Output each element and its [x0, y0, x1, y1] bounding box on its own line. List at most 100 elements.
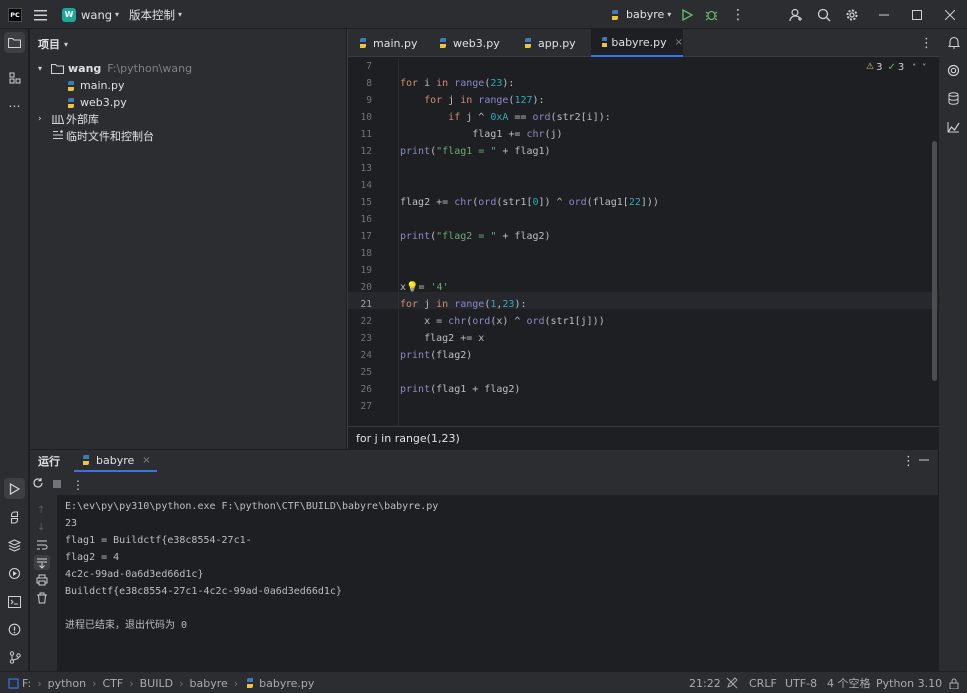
code-line: print(flag2)	[400, 350, 473, 361]
database-icon[interactable]	[943, 88, 964, 109]
ai-assistant-icon[interactable]	[943, 60, 964, 81]
library-icon	[52, 114, 64, 124]
trash-icon[interactable]	[36, 592, 48, 607]
close-button[interactable]	[945, 0, 955, 29]
python-file-icon	[525, 38, 531, 48]
project-panel-header[interactable]: 项目 ▾	[38, 36, 68, 52]
tree-file-main[interactable]: main.py	[65, 77, 124, 94]
python-file-icon	[68, 97, 74, 108]
scientific-mode-icon[interactable]	[943, 116, 964, 137]
run-options-icon[interactable]: ⋮	[902, 454, 915, 469]
code-line: x💡= '4'	[400, 282, 449, 293]
tree-scratches[interactable]: 临时文件和控制台	[52, 127, 154, 144]
stop-icon[interactable]	[52, 478, 62, 492]
python-packages-icon[interactable]	[4, 535, 25, 556]
tab-babyre-py[interactable]: babyre.py ×	[591, 29, 683, 57]
drive-icon	[8, 677, 19, 689]
python-interpreter[interactable]: Python 3.10	[876, 672, 942, 693]
print-icon[interactable]	[36, 574, 48, 589]
settings-gear-icon[interactable]	[845, 0, 859, 29]
run-tool-icon[interactable]	[4, 478, 25, 499]
arrow-down-icon[interactable]: ↓	[37, 522, 45, 533]
problems-icon[interactable]	[4, 619, 25, 640]
file-encoding[interactable]: UTF-8	[785, 672, 817, 693]
status-path[interactable]: F: › python › CTF › BUILD › babyre › bab…	[8, 672, 314, 693]
run-icon[interactable]	[681, 0, 693, 29]
tab-main-py[interactable]: main.py	[348, 29, 428, 57]
project-name: wang	[81, 7, 113, 22]
maximize-button[interactable]	[912, 0, 922, 29]
arrow-up-icon[interactable]: ↑	[37, 505, 45, 516]
python-icon	[612, 9, 618, 20]
chevron-right-icon: ›	[129, 676, 134, 690]
soft-wrap-icon[interactable]	[36, 539, 48, 554]
lock-icon[interactable]	[949, 672, 959, 693]
tree-root-wang[interactable]: ▾ wang F:\python\wang	[38, 60, 192, 77]
indent-setting[interactable]: 4 个空格	[827, 672, 871, 693]
more-actions-icon[interactable]: ⋮	[72, 478, 84, 492]
rerun-icon[interactable]	[32, 477, 44, 492]
editor-scrollbar[interactable]	[932, 141, 937, 381]
more-tools-icon[interactable]: ⋯	[4, 95, 25, 116]
project-panel: 项目 ▾ ▾ wang F:\python\wang main.py web3.…	[30, 29, 346, 449]
scratches-icon	[53, 130, 63, 140]
code-line: print(flag1 + flag2)	[400, 384, 521, 395]
chevron-right-icon: ›	[179, 676, 184, 690]
more-actions-icon[interactable]: ⋮	[731, 0, 745, 29]
chevron-down-icon: ▾	[64, 39, 69, 49]
code-line: print("flag1 = " + flag1)	[400, 146, 551, 157]
breadcrumb[interactable]: for j in range(1,23)	[348, 426, 939, 449]
app-logo-icon[interactable]: PC	[8, 0, 22, 29]
gutter-divider	[398, 58, 399, 426]
console-side-toolbar: ↑ ↓	[30, 495, 57, 672]
scroll-to-end-icon[interactable]	[34, 555, 50, 570]
close-tab-icon[interactable]: ×	[675, 37, 683, 48]
debug-icon[interactable]	[705, 0, 718, 29]
search-icon[interactable]	[817, 0, 831, 29]
minimize-button[interactable]	[879, 0, 889, 29]
run-panel-header: 运行 babyre × ⋮	[30, 450, 938, 472]
python-file-icon	[68, 80, 74, 91]
run-toolbar: ⋮	[30, 474, 938, 495]
tree-external-libraries[interactable]: › 外部库	[38, 110, 99, 127]
python-icon	[83, 455, 89, 465]
add-user-icon[interactable]	[789, 0, 803, 29]
terminal-icon[interactable]	[4, 591, 25, 612]
vcs-menu[interactable]: 版本控制 ▾	[129, 0, 182, 29]
structure-icon[interactable]	[4, 67, 25, 88]
project-switcher[interactable]: W wang ▾	[62, 0, 119, 29]
hide-panel-icon[interactable]	[919, 454, 929, 468]
close-tab-icon[interactable]: ×	[142, 455, 150, 466]
console-output[interactable]: E:\ev\py\py310\python.exe F:\python\CTF\…	[57, 495, 938, 672]
editor-area: main.py web3.py app.py babyre.py × ⋮ ⚠ 3…	[347, 29, 939, 449]
chevron-down-icon: ▾	[667, 10, 672, 19]
readonly-toggle-icon[interactable]	[726, 672, 738, 693]
status-bar: F: › python › CTF › BUILD › babyre › bab…	[0, 671, 967, 693]
chevron-down-icon: ▾	[38, 64, 43, 73]
line-separator[interactable]: CRLF	[749, 672, 777, 693]
run-tab-babyre[interactable]: babyre ×	[74, 450, 157, 472]
notifications-bell-icon[interactable]	[943, 32, 964, 53]
services-icon[interactable]	[4, 563, 25, 584]
project-folder-icon[interactable]	[4, 32, 25, 53]
tab-options-icon[interactable]: ⋮	[920, 29, 933, 57]
chevron-right-icon: ›	[92, 676, 97, 690]
code-line: flag1 += chr(j)	[400, 129, 563, 140]
python-file-icon	[440, 38, 446, 48]
run-panel: 运行 babyre × ⋮ ⋮ ↑ ↓ E:\ev\py\py310\pytho…	[30, 449, 938, 672]
cursor-position[interactable]: 21:22	[689, 672, 721, 693]
tab-app-py[interactable]: app.py	[514, 29, 591, 57]
code-line: print("flag2 = " + flag2)	[400, 231, 551, 242]
tree-file-web3[interactable]: web3.py	[65, 94, 127, 111]
run-config-selector[interactable]: babyre ▾	[609, 0, 671, 29]
main-menu-icon[interactable]	[34, 0, 48, 29]
python-console-icon[interactable]	[4, 507, 25, 528]
version-control-icon[interactable]	[4, 647, 25, 668]
chevron-right-icon: ›	[233, 676, 239, 690]
chevron-down-icon: ▾	[115, 10, 120, 19]
right-tool-strip	[938, 29, 967, 671]
folder-icon	[51, 63, 64, 74]
tab-web3-py[interactable]: web3.py	[428, 29, 514, 57]
code-line: flag2 += chr(ord(str1[0]) ^ ord(flag1[22…	[400, 197, 659, 208]
code-text[interactable]: for i in range(23): for j in range(127):…	[400, 58, 925, 430]
